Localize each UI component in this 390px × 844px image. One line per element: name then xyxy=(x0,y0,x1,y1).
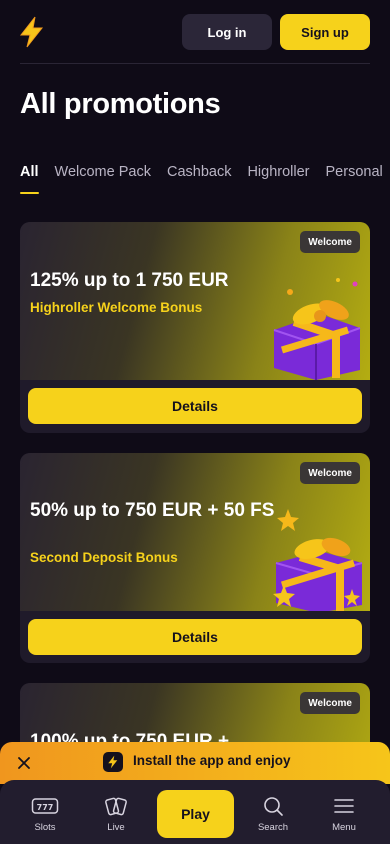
promo-title: 50% up to 750 EUR + 50 FS xyxy=(30,500,275,521)
hamburger-menu-icon xyxy=(329,794,359,818)
bottom-navigation: 777 Slots Live Play Search Menu xyxy=(0,780,390,844)
promo-card: Welcome 125% up to 1 750 EUR Highroller … xyxy=(20,222,370,433)
welcome-badge: Welcome xyxy=(300,231,360,253)
signup-button[interactable]: Sign up xyxy=(280,14,370,50)
gift-box-icon xyxy=(273,278,361,380)
nav-menu[interactable]: Menu xyxy=(314,794,374,833)
tab-welcome-pack[interactable]: Welcome Pack xyxy=(55,160,151,194)
tab-cashback[interactable]: Cashback xyxy=(167,160,231,194)
gift-box-icon xyxy=(273,509,363,611)
tab-personal[interactable]: Personal xyxy=(326,160,383,194)
slot-machine-icon: 777 xyxy=(30,794,60,818)
details-button[interactable]: Details xyxy=(28,388,362,424)
welcome-badge: Welcome xyxy=(300,462,360,484)
promo-card: Welcome 50% up to 750 EUR + 50 FS Second… xyxy=(20,453,370,663)
welcome-badge: Welcome xyxy=(300,692,360,714)
tab-highroller[interactable]: Highroller xyxy=(247,160,309,194)
promo-subtitle: Highroller Welcome Bonus xyxy=(30,300,203,315)
install-app-text: Install the app and enjoy xyxy=(133,753,291,768)
lightning-icon[interactable] xyxy=(18,16,46,48)
tab-all[interactable]: All xyxy=(20,160,39,194)
nav-live-label: Live xyxy=(107,822,125,833)
header: Log in Sign up xyxy=(0,0,390,64)
promo-subtitle: Second Deposit Bonus xyxy=(30,550,178,565)
header-divider xyxy=(20,63,370,64)
promo-banner: Welcome 50% up to 750 EUR + 50 FS Second… xyxy=(20,453,370,611)
close-icon[interactable] xyxy=(14,753,34,773)
nav-search-label: Search xyxy=(257,822,289,833)
cards-icon xyxy=(101,794,131,818)
nav-slots-label: Slots xyxy=(34,822,56,833)
promo-tabs: All Welcome Pack Cashback Highroller Per… xyxy=(20,160,390,196)
install-app-bar[interactable]: Install the app and enjoy xyxy=(0,742,390,784)
login-button[interactable]: Log in xyxy=(182,14,272,50)
page-title: All promotions xyxy=(20,88,221,120)
promo-banner: Welcome 125% up to 1 750 EUR Highroller … xyxy=(20,222,370,380)
app-logo-icon xyxy=(103,752,123,772)
nav-live[interactable]: Live xyxy=(86,794,146,833)
promo-title: 125% up to 1 750 EUR xyxy=(30,270,229,291)
details-button[interactable]: Details xyxy=(28,619,362,655)
play-button[interactable]: Play xyxy=(157,790,234,838)
search-icon xyxy=(258,794,288,818)
nav-slots[interactable]: 777 Slots xyxy=(15,794,75,833)
svg-text:777: 777 xyxy=(37,803,54,812)
nav-menu-label: Menu xyxy=(332,822,356,833)
nav-search[interactable]: Search xyxy=(243,794,303,833)
